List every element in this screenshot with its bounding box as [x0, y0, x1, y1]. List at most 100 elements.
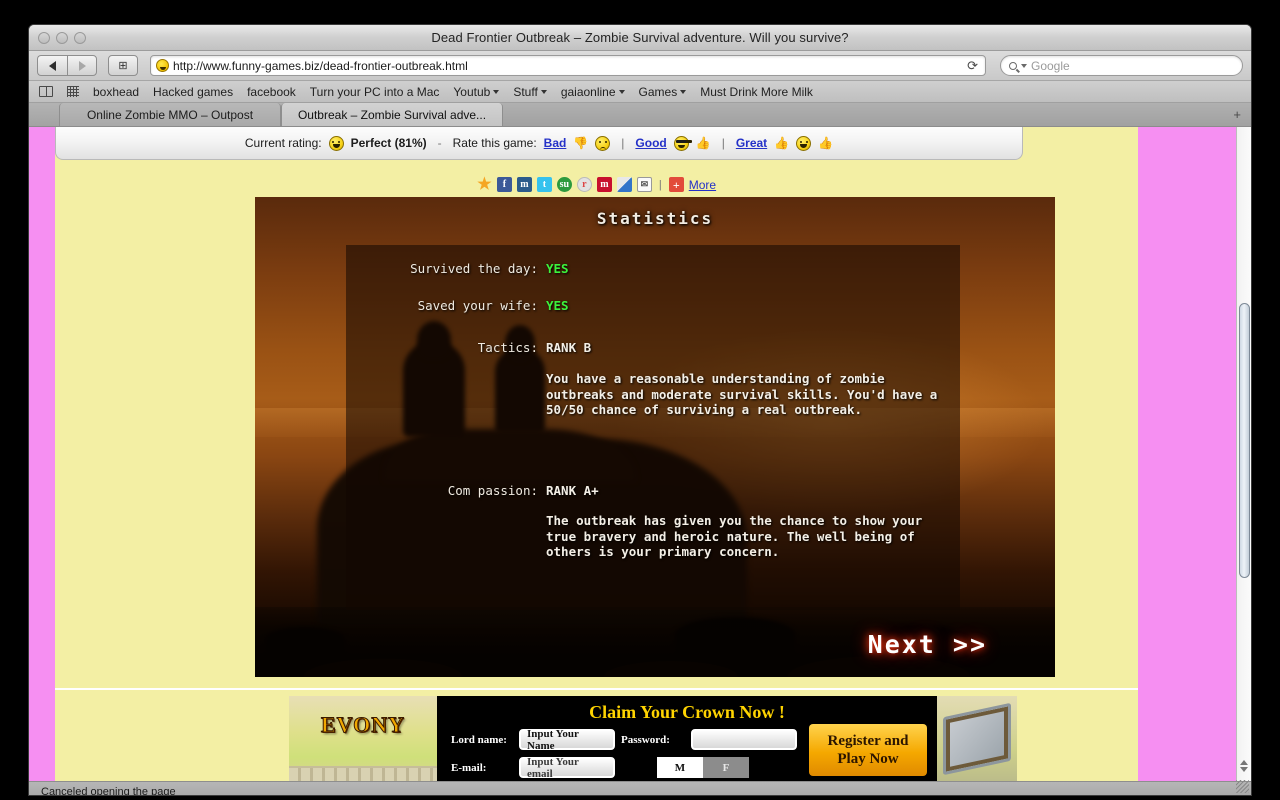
next-button[interactable]: Next >> [868, 630, 987, 659]
sad-face-icon [595, 135, 611, 151]
ad-cta-line2: Play Now [837, 751, 899, 767]
mixx-icon[interactable]: m [596, 177, 612, 192]
show-all-bookmarks-button[interactable] [39, 86, 53, 97]
thumbs-up-right-icon: 👍 [818, 136, 834, 150]
tab-label: Outbreak – Zombie Survival adve... [297, 107, 487, 122]
stat-description: The outbreak has given you the chance to… [546, 513, 923, 559]
bookmark-label: Games [638, 84, 678, 99]
ad-cta-line1: Register and [827, 733, 909, 749]
stat-description: You have a reasonable understanding of z… [546, 371, 938, 417]
scroll-up-icon[interactable] [1240, 760, 1248, 765]
evony-logo: EVONY [320, 712, 405, 738]
stat-label: Survived the day: [410, 261, 538, 276]
bookmark-item[interactable]: Hacked games [153, 85, 233, 99]
game-stage[interactable]: Statistics Survived the day: YES Saved you… [255, 197, 1055, 677]
ad-email-field[interactable]: Input Your email [519, 756, 615, 780]
myspace-icon[interactable]: m [516, 177, 532, 192]
rating-bar: Current rating: Perfect (81%) - Rate thi… [55, 127, 1023, 160]
chevron-down-icon [618, 89, 625, 94]
share-more-link[interactable]: More [689, 178, 716, 192]
add-bookmark-icon: ⊞ [118, 60, 128, 72]
ad-gender-female-button[interactable]: F [703, 757, 749, 778]
search-input[interactable]: Google [1000, 55, 1243, 76]
new-tab-button[interactable]: + [1233, 107, 1241, 122]
rate-bad-link[interactable]: Bad [544, 136, 567, 150]
scrollbar-arrows[interactable] [1237, 751, 1251, 781]
thumb-down-icon: 👎 [573, 136, 589, 150]
stat-label: Com passion: [447, 483, 538, 498]
bookmark-item[interactable]: Youtub [453, 85, 500, 99]
book-icon [39, 86, 53, 97]
browser-titlebar: Dead Frontier Outbreak – Zombie Survival… [29, 25, 1251, 51]
scroll-down-icon[interactable] [1240, 767, 1248, 772]
ad-gender-toggle[interactable]: M F [657, 757, 749, 778]
chevron-down-icon [493, 89, 500, 94]
top-sites-button[interactable] [67, 86, 79, 97]
rating-separator-1: | [621, 136, 625, 150]
bookmark-list: boxhead Hacked games facebook Turn your PC … [93, 85, 813, 99]
stumbleupon-icon[interactable]: su [556, 177, 572, 192]
bookmark-label: Turn your PC into a Mac [309, 84, 440, 99]
share-more-plus-icon[interactable]: + [668, 177, 684, 192]
fortress-illustration [943, 702, 1011, 776]
delicious-icon[interactable] [616, 177, 632, 192]
forward-button[interactable] [67, 55, 97, 76]
ad-password-label: Password: [621, 733, 670, 746]
close-button[interactable] [38, 32, 50, 44]
rate-great-link[interactable]: Great [736, 136, 767, 150]
email-icon[interactable]: ✉ [636, 177, 652, 192]
current-rating-face-icon [328, 135, 344, 151]
bookmark-item[interactable]: Must Drink More Milk [700, 85, 813, 99]
bookmark-item[interactable]: gaiaonline [561, 85, 625, 99]
ad-right-artwork [937, 696, 1017, 781]
ad-register-button[interactable]: Register and Play Now [809, 724, 927, 776]
bookmark-item[interactable]: facebook [247, 85, 296, 99]
ad-password-field[interactable] [691, 729, 797, 750]
desktop-background: Dead Frontier Outbreak – Zombie Survival… [0, 0, 1280, 800]
ad-lord-label: Lord name: [451, 733, 507, 746]
grid-icon [67, 86, 79, 97]
back-arrow-icon [49, 60, 56, 71]
window-resize-handle[interactable] [1236, 780, 1249, 793]
chevron-down-icon [680, 89, 687, 94]
favorites-star-icon[interactable]: ★ [477, 176, 492, 192]
browser-tab[interactable]: Outbreak – Zombie Survival adve... [281, 103, 503, 126]
bookmark-item[interactable]: boxhead [93, 85, 139, 99]
twitter-icon[interactable]: t [536, 177, 552, 192]
scrollbar-thumb[interactable] [1239, 303, 1250, 578]
bookmark-item[interactable]: Turn your PC into a Mac [310, 85, 440, 99]
ad-left-artwork: EVONY [289, 696, 437, 781]
zoom-button[interactable] [74, 32, 86, 44]
add-bookmark-button[interactable]: ⊞ [108, 55, 138, 76]
window-controls[interactable] [38, 32, 86, 44]
social-separator: | [658, 178, 662, 191]
ad-lord-name-field[interactable]: Input Your Name [519, 728, 615, 752]
tab-label: Online Zombie MMO – Outpost [86, 107, 254, 122]
rate-good-link[interactable]: Good [635, 136, 666, 150]
minimize-button[interactable] [56, 32, 68, 44]
vertical-scrollbar[interactable] [1236, 127, 1251, 781]
browser-tab[interactable]: Online Zombie MMO – Outpost [59, 103, 281, 126]
ad-gender-male-button[interactable]: M [657, 757, 703, 778]
chevron-down-icon [1021, 63, 1027, 68]
stat-label: Saved your wife: [417, 298, 538, 313]
chevron-down-icon [540, 89, 547, 94]
grinning-face-icon [796, 135, 812, 151]
navigation-buttons [37, 55, 97, 76]
reddit-icon[interactable]: r [576, 177, 592, 192]
current-rating-label: Current rating: [244, 136, 322, 150]
bookmark-item[interactable]: Games [639, 85, 687, 99]
rating-separator-2: | [721, 136, 725, 150]
search-icon [1009, 61, 1017, 70]
content-divider [55, 688, 1138, 690]
back-button[interactable] [37, 55, 67, 76]
facebook-icon[interactable]: f [496, 177, 512, 192]
address-bar[interactable]: http://www.funny-games.biz/dead-frontier… [150, 55, 986, 76]
evony-ad-banner[interactable]: EVONY Claim Your Crown Now ! Lord name: … [289, 696, 1017, 781]
thumb-up-icon: 👍 [695, 136, 711, 150]
bookmark-label: Hacked games [153, 84, 234, 99]
bookmark-item[interactable]: Stuff [513, 85, 547, 99]
bookmark-label: gaiaonline [560, 84, 616, 99]
reload-icon[interactable]: ⟳ [967, 58, 980, 74]
browser-window: Dead Frontier Outbreak – Zombie Survival… [28, 24, 1252, 796]
